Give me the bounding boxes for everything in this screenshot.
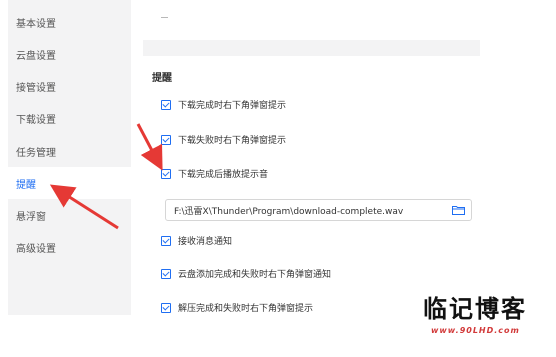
arrow-to-reminders-tab bbox=[49, 184, 119, 230]
watermark-logo: 临记博客 www.90LHD.com bbox=[423, 296, 548, 348]
watermark-title: 临记博客 bbox=[423, 295, 527, 323]
watermark-url: www.90LHD.com bbox=[431, 326, 520, 335]
arrow-to-play-sound-option bbox=[136, 123, 163, 171]
